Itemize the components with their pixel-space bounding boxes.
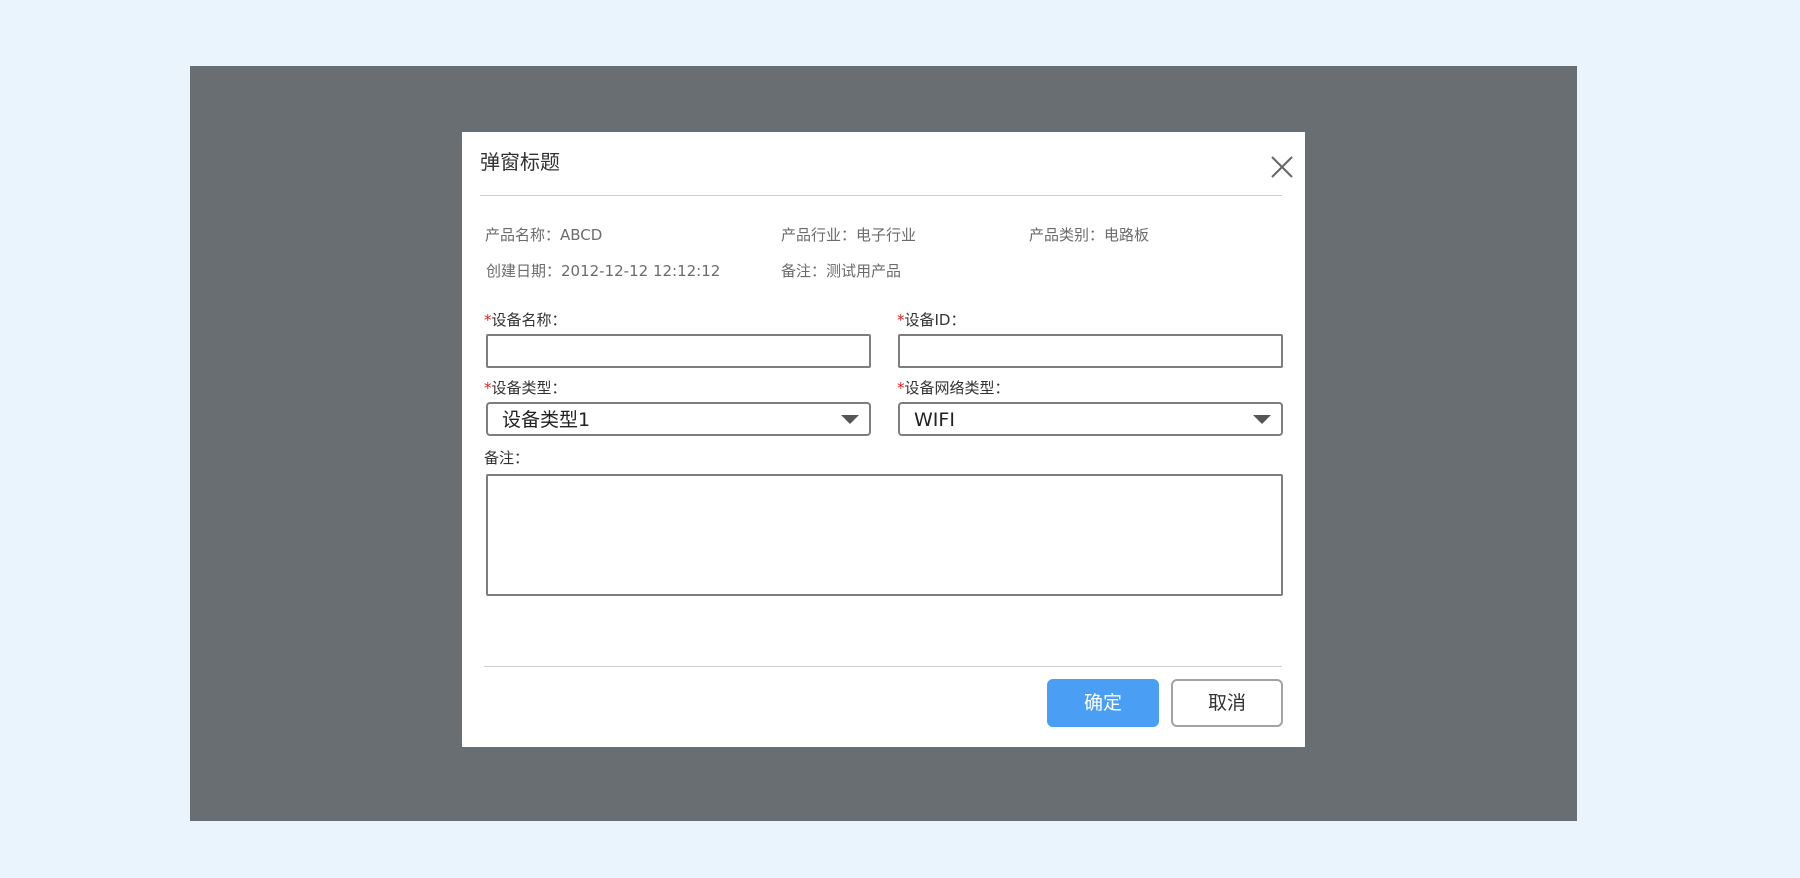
- required-mark: *: [484, 379, 492, 397]
- modal-dialog: 弹窗标题 产品名称：ABCD 产品行业：电子行业 产品类别：电路板 创建日期：2…: [462, 132, 1305, 747]
- device-name-label: *设备名称：: [484, 310, 567, 330]
- info-product-name: 产品名称：ABCD: [485, 226, 603, 244]
- info-product-industry: 产品行业：电子行业: [781, 226, 917, 244]
- remark-textarea[interactable]: [486, 474, 1283, 596]
- footer-divider: [484, 666, 1282, 667]
- caret-down-icon: [1253, 415, 1271, 424]
- device-type-label-text: 设备类型：: [491, 379, 567, 397]
- required-mark: *: [484, 311, 492, 329]
- network-type-label: *设备网络类型：: [897, 378, 1010, 398]
- required-mark: *: [897, 311, 905, 329]
- device-id-label: *设备ID：: [897, 310, 965, 330]
- caret-down-icon: [841, 415, 859, 424]
- confirm-button[interactable]: 确定: [1047, 679, 1159, 727]
- remark-label: 备注：: [484, 449, 530, 467]
- network-type-select[interactable]: WIFI: [898, 402, 1283, 436]
- dialog-header: 弹窗标题: [480, 132, 1293, 196]
- device-name-input[interactable]: [486, 334, 871, 368]
- network-type-label-text: 设备网络类型：: [904, 379, 1010, 397]
- info-remark: 备注：测试用产品: [781, 262, 902, 280]
- device-id-input[interactable]: [898, 334, 1283, 368]
- required-mark: *: [897, 379, 905, 397]
- device-name-label-text: 设备名称：: [491, 311, 567, 329]
- device-type-selected-value: 设备类型1: [502, 409, 591, 431]
- close-icon: [1271, 156, 1293, 178]
- device-type-label: *设备类型：: [484, 378, 567, 398]
- info-product-category: 产品类别：电路板: [1029, 226, 1150, 244]
- close-button[interactable]: [1271, 156, 1293, 178]
- dialog-title: 弹窗标题: [480, 150, 560, 174]
- network-type-selected-value: WIFI: [914, 409, 955, 431]
- device-type-select[interactable]: 设备类型1: [486, 402, 871, 436]
- cancel-button[interactable]: 取消: [1171, 679, 1283, 727]
- device-id-label-text: 设备ID：: [904, 311, 966, 329]
- info-created-date: 创建日期：2012-12-12 12:12:12: [486, 262, 721, 280]
